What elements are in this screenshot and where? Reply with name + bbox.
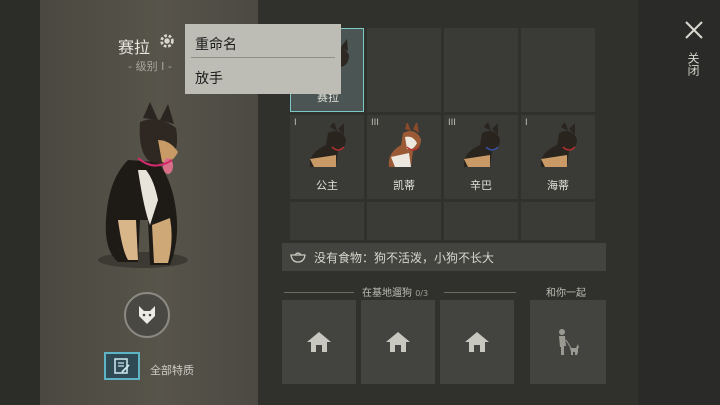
- dog-level-badge: III: [371, 118, 379, 128]
- dog-slot[interactable]: [367, 28, 441, 112]
- base-walk-slot[interactable]: [361, 300, 435, 384]
- dog-level-badge: III: [448, 118, 456, 128]
- dog-slot-name: 海蒂: [547, 179, 569, 192]
- dog-slot[interactable]: III 辛巴: [444, 115, 518, 199]
- dog-slot[interactable]: I 海蒂: [521, 115, 595, 199]
- dog-slot-name: 公主: [316, 179, 338, 192]
- house-icon: [307, 332, 331, 352]
- house-icon: [386, 332, 410, 352]
- dog-slot[interactable]: [367, 202, 441, 240]
- menu-divider: [191, 57, 335, 58]
- dog-head-icon: [139, 306, 155, 324]
- context-menu: 重命名 放手: [185, 24, 341, 94]
- dog-thumbnail: [388, 123, 421, 167]
- dog-slot[interactable]: III 凯蒂: [367, 115, 441, 199]
- dog-thumbnail: [540, 123, 577, 167]
- food-status-text: 没有食物：狗不活泼，小狗不长大: [314, 251, 495, 265]
- notes-icon: [114, 358, 130, 374]
- with-you-title: 和你一起: [546, 288, 586, 299]
- all-traits-button[interactable]: [104, 352, 140, 380]
- dog-level-badge: I: [525, 118, 528, 128]
- base-walk-slot[interactable]: [440, 300, 514, 384]
- dog-thumbnail: [309, 123, 346, 167]
- dog-thumbnail: [463, 123, 500, 167]
- rename-menu-item[interactable]: 重命名: [195, 34, 237, 54]
- base-walk-title-text: 在基地遛狗: [362, 288, 412, 299]
- gear-icon[interactable]: [158, 32, 176, 50]
- close-icon[interactable]: [684, 20, 704, 40]
- base-walk-title: 在基地遛狗 0/3: [362, 284, 428, 299]
- trait-badge[interactable]: [124, 292, 170, 338]
- dog-slot[interactable]: [444, 28, 518, 112]
- divider: [444, 292, 516, 293]
- dog-slot[interactable]: [521, 28, 595, 112]
- house-icon: [465, 332, 489, 352]
- dog-name: 赛拉: [118, 38, 151, 57]
- dog-slot[interactable]: [290, 202, 364, 240]
- dog-level-badge: I: [294, 118, 297, 128]
- dog-slot[interactable]: I 公主: [290, 115, 364, 199]
- background-left: [0, 0, 40, 405]
- divider: [284, 292, 354, 293]
- close-label[interactable]: 关闭: [686, 52, 700, 76]
- person-with-dog-icon: [559, 329, 579, 355]
- side-panel: [638, 0, 720, 405]
- dog-slot[interactable]: [521, 202, 595, 240]
- base-walk-slot[interactable]: [282, 300, 356, 384]
- food-status-bar: 没有食物：狗不活泼，小狗不长大: [282, 243, 606, 271]
- base-walk-count: 0/3: [415, 289, 429, 298]
- dog-slot[interactable]: [444, 202, 518, 240]
- dog-slot-name: 辛巴: [470, 179, 492, 192]
- dog-slot-name: 凯蒂: [393, 179, 415, 192]
- dog-portrait: [98, 102, 188, 268]
- release-menu-item[interactable]: 放手: [195, 68, 223, 88]
- all-traits-label: 全部特质: [150, 364, 194, 377]
- with-you-slot[interactable]: [530, 300, 606, 384]
- food-bowl-icon: [290, 252, 306, 263]
